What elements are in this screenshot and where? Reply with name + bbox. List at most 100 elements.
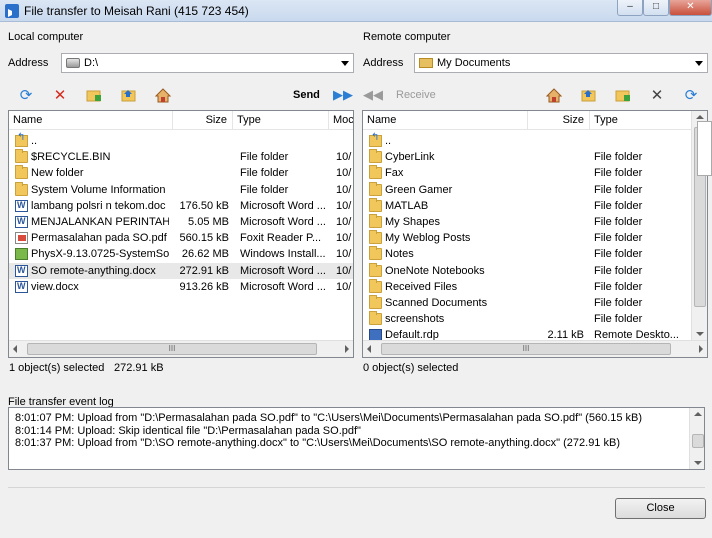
scroll-down-icon[interactable]: [694, 461, 702, 465]
scrollbar-thumb[interactable]: [692, 434, 704, 448]
file-type: File folder: [594, 183, 643, 196]
file-row[interactable]: SO remote-anything.docx 272.91 kB Microsof…: [9, 262, 353, 279]
new-folder-icon[interactable]: [614, 86, 632, 104]
refresh-icon[interactable]: ⟳: [17, 86, 35, 104]
file-type: [594, 133, 690, 149]
scrollbar-thumb[interactable]: III: [27, 343, 317, 355]
file-type: Microsoft Word ...: [240, 199, 326, 212]
column-header-name[interactable]: Name: [363, 111, 528, 130]
send-arrow-icon[interactable]: ▶▶: [333, 86, 353, 104]
file-name: MATLAB: [385, 199, 429, 212]
close-button[interactable]: Close: [615, 498, 706, 519]
column-header-size[interactable]: Size: [173, 111, 233, 130]
transfer-log[interactable]: 8:01:07 PM: Upload from "D:\Permasalahan…: [8, 407, 705, 470]
file-row[interactable]: Fax File folder: [363, 165, 691, 181]
parent-folder-icon: [369, 132, 382, 147]
local-file-list[interactable]: Name Size Type Moc .. $RECYCLE.BIN File fo…: [8, 110, 354, 358]
file-row[interactable]: System Volume Information File folder 10/: [9, 181, 353, 198]
file-type: File folder: [594, 151, 643, 164]
scroll-up-icon[interactable]: [696, 115, 704, 119]
receive-arrow-icon[interactable]: ◀◀: [363, 86, 383, 104]
scroll-left-icon[interactable]: [367, 345, 371, 353]
folder-icon: [369, 149, 382, 164]
file-row[interactable]: Permasalahan pada SO.pdf 560.15 kB Foxit R…: [9, 230, 353, 246]
file-row[interactable]: New folder File folder 10/: [9, 165, 353, 181]
file-row[interactable]: screenshots File folder: [363, 311, 691, 327]
scroll-down-icon[interactable]: [696, 332, 704, 336]
scroll-right-icon[interactable]: [345, 345, 349, 353]
file-name: ..: [31, 135, 38, 147]
documents-folder-icon: [419, 58, 433, 68]
column-header-type[interactable]: Type: [590, 111, 692, 130]
file-row[interactable]: Notes File folder: [363, 246, 691, 262]
remote-horizontal-scrollbar[interactable]: III: [363, 340, 707, 357]
file-type: File folder: [594, 264, 643, 277]
file-type: File folder: [594, 280, 643, 293]
column-header-name[interactable]: Name: [9, 111, 173, 130]
file-row[interactable]: $RECYCLE.BIN File folder 10/: [9, 149, 353, 165]
up-folder-icon[interactable]: [580, 86, 598, 104]
file-row[interactable]: CyberLink File folder: [363, 149, 691, 165]
column-header-modified[interactable]: Moc: [329, 111, 353, 130]
file-size: [523, 230, 584, 246]
file-row[interactable]: view.docx 913.26 kB Microsoft Word ... 10/: [9, 279, 353, 295]
scroll-left-icon[interactable]: [13, 345, 17, 353]
minimize-button[interactable]: –: [617, 0, 643, 16]
close-window-button[interactable]: ✕: [669, 0, 712, 16]
send-button[interactable]: Send: [293, 89, 320, 101]
remote-address-dropdown[interactable]: My Documents: [414, 53, 708, 73]
file-row[interactable]: Received Files File folder: [363, 278, 691, 295]
file-size: 5.05 MB: [188, 216, 229, 228]
column-header-size[interactable]: Size: [528, 111, 590, 130]
scrollbar-thumb[interactable]: III: [381, 343, 671, 355]
maximize-button[interactable]: □: [643, 0, 669, 16]
file-name: Fax: [385, 167, 404, 180]
scroll-right-icon[interactable]: [699, 345, 703, 353]
folder-icon: [369, 278, 382, 293]
refresh-icon[interactable]: ⟳: [682, 86, 700, 104]
local-address-dropdown[interactable]: D:\: [61, 53, 354, 73]
file-size: [523, 295, 584, 311]
chevron-down-icon[interactable]: [695, 61, 703, 66]
receive-button[interactable]: Receive: [396, 89, 436, 101]
file-row[interactable]: MENJALANKAN PERINTAH ... 5.05 MB Microsoft…: [9, 214, 353, 230]
file-size: [169, 149, 229, 165]
parent-folder-icon: [15, 132, 28, 147]
folder-icon: [369, 214, 382, 228]
log-vertical-scrollbar[interactable]: [689, 408, 704, 469]
local-horizontal-scrollbar[interactable]: III: [9, 340, 353, 357]
file-size: [523, 279, 584, 295]
file-row[interactable]: PhysX-9.13.0725-SystemSo... 26.62 MB Windo…: [9, 246, 353, 262]
delete-icon[interactable]: ✕: [51, 86, 69, 104]
chevron-down-icon[interactable]: [341, 61, 349, 66]
local-status-size: 272.91 kB: [114, 362, 164, 374]
window-title: File transfer to Meisah Rani (415 723 45…: [24, 4, 249, 18]
file-row[interactable]: MATLAB File folder: [363, 197, 691, 214]
file-row[interactable]: ..: [9, 132, 353, 149]
file-name: $RECYCLE.BIN: [31, 151, 111, 164]
new-folder-icon[interactable]: [85, 86, 103, 104]
file-size: [523, 311, 584, 327]
folder-icon: [369, 311, 382, 326]
file-row[interactable]: OneNote Notebooks File folder: [363, 262, 691, 279]
local-address-label: Address: [8, 57, 49, 69]
file-row[interactable]: Green Gamer File folder: [363, 181, 691, 198]
file-name: ..: [385, 135, 392, 147]
home-icon[interactable]: [545, 86, 563, 104]
file-type: Microsoft Word ...: [240, 216, 326, 228]
home-icon[interactable]: [154, 86, 172, 104]
file-row[interactable]: lambang polsri n tekom.doc 176.50 kB Micro…: [9, 198, 353, 214]
file-row[interactable]: ..: [363, 132, 691, 149]
file-size: 26.62 MB: [181, 248, 229, 261]
remote-file-list[interactable]: Name Size Type ..CyberLinkFile folderFax…: [362, 110, 708, 358]
up-folder-icon[interactable]: [120, 86, 138, 104]
scroll-up-icon[interactable]: [694, 412, 702, 416]
file-name: CyberLink: [385, 151, 435, 164]
file-row[interactable]: Scanned Documents File folder: [363, 295, 691, 311]
file-row[interactable]: My Shapes File folder: [363, 214, 691, 230]
log-line: 8:01:14 PM: Upload: Skip identical file …: [15, 425, 361, 437]
file-row[interactable]: My Weblog Posts File folder: [363, 230, 691, 246]
delete-icon[interactable]: ✕: [648, 86, 666, 104]
remote-section-title: Remote computer: [363, 31, 451, 43]
column-header-type[interactable]: Type: [233, 111, 329, 130]
